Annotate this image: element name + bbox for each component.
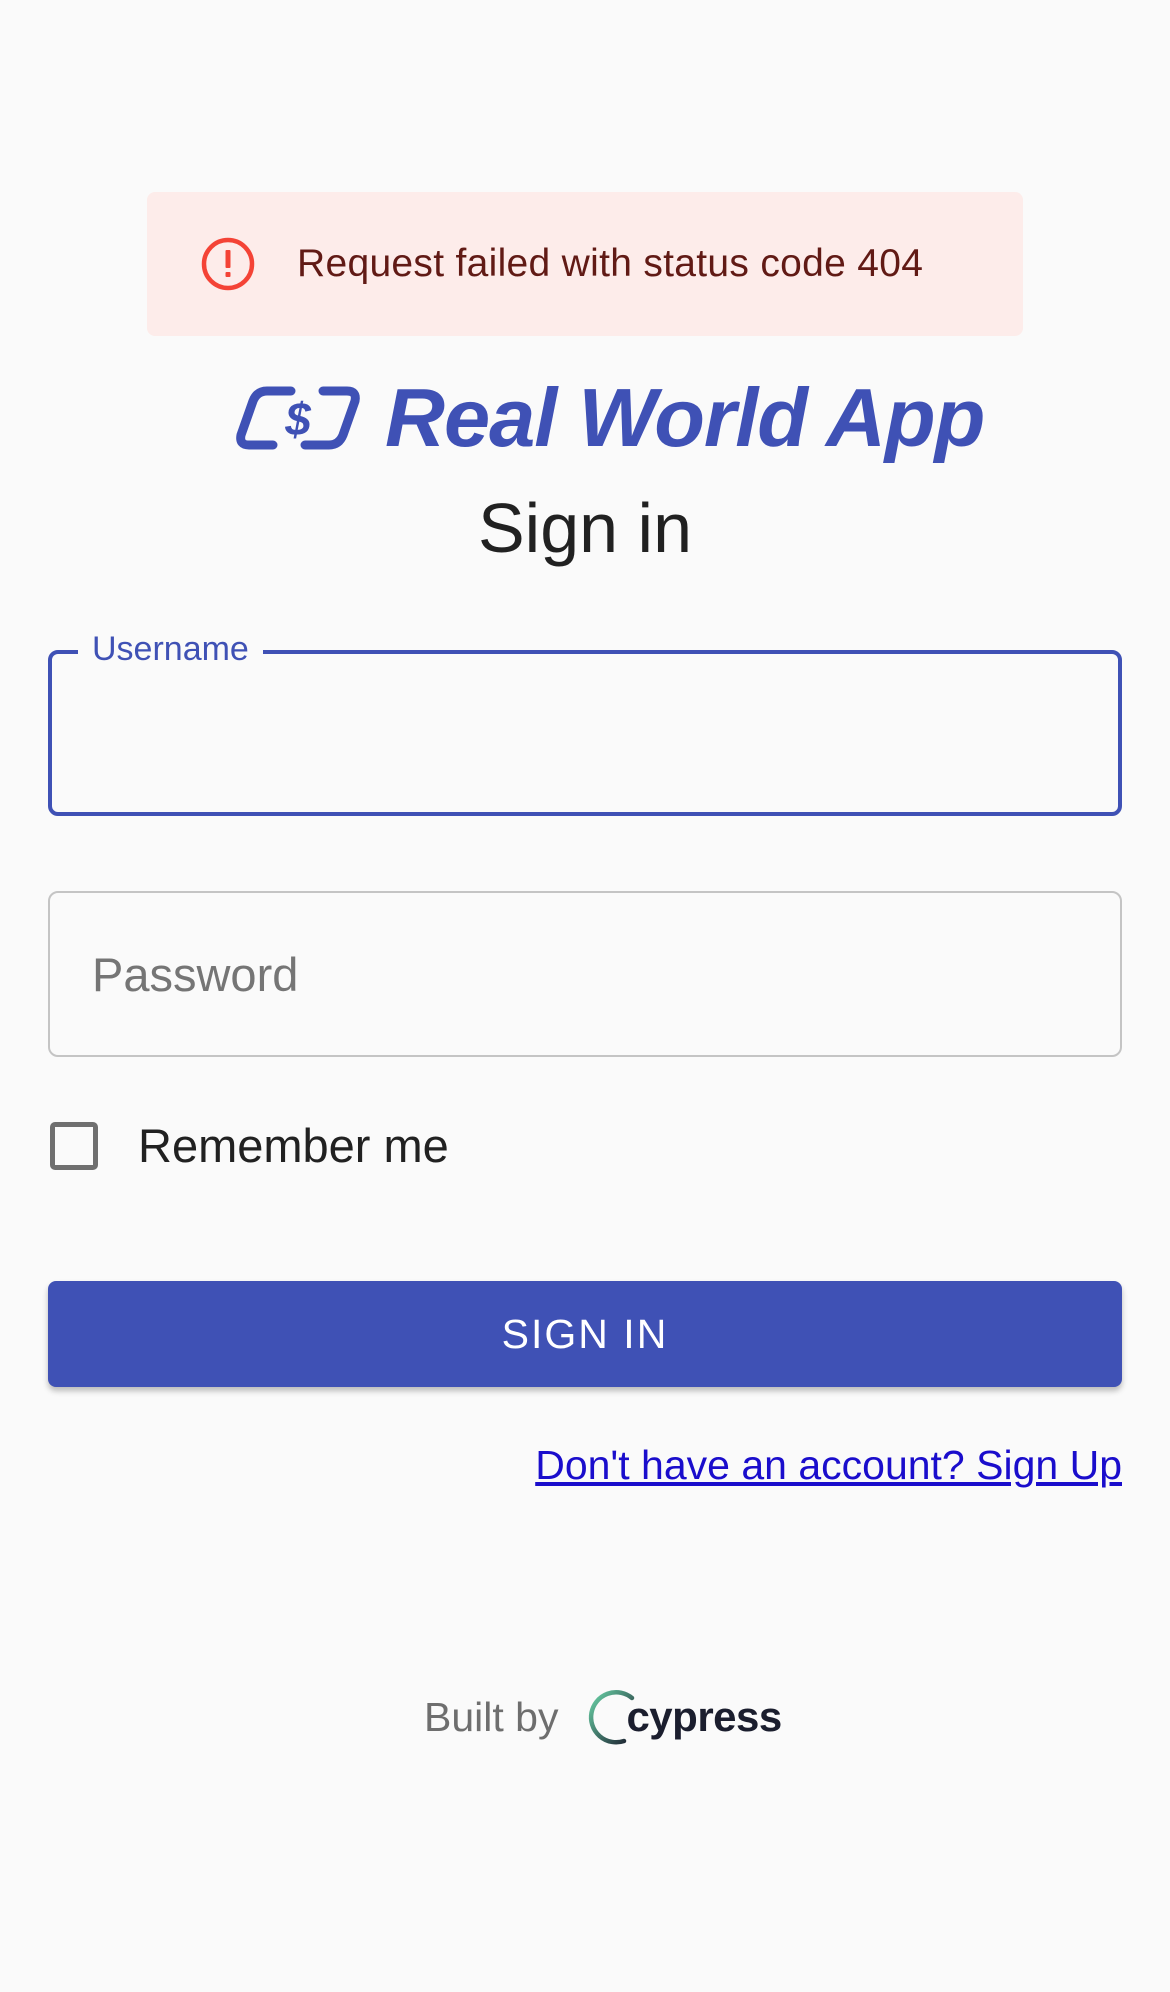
cypress-wordmark: cypress	[626, 1693, 782, 1740]
remember-me-checkbox[interactable]	[50, 1121, 98, 1170]
cypress-logo-link[interactable]: cypress	[584, 1686, 782, 1748]
remember-me-label[interactable]: Remember me	[138, 1118, 449, 1173]
error-alert: Request failed with status code 404	[147, 192, 1023, 336]
sign-up-link[interactable]: Don't have an account? Sign Up	[535, 1442, 1122, 1489]
dollar-transfer-logo-icon: $	[233, 383, 363, 453]
app-name: Real World App	[385, 371, 985, 464]
built-by-text: Built by	[424, 1693, 559, 1740]
sign-in-button[interactable]: SIGN IN	[48, 1281, 1122, 1387]
remember-me-option[interactable]: Remember me	[50, 1118, 449, 1173]
password-field[interactable]	[48, 891, 1122, 1057]
svg-text:$: $	[284, 393, 311, 445]
username-field[interactable]: Username	[48, 630, 1122, 816]
username-input[interactable]	[92, 654, 1078, 812]
app-logo: $ Real World App	[233, 371, 985, 464]
error-outline-icon	[199, 235, 257, 293]
footer: Built by cypress	[424, 1686, 782, 1748]
password-input[interactable]	[90, 893, 1080, 1055]
alert-message: Request failed with status code 404	[297, 242, 924, 285]
page-title: Sign in	[477, 489, 693, 567]
